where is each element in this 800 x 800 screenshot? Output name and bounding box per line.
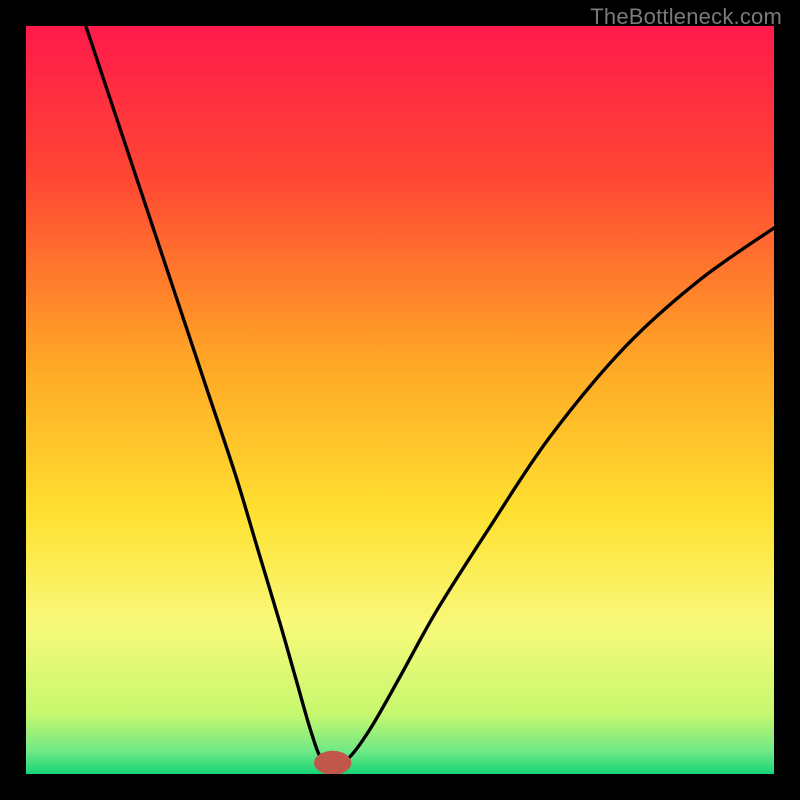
chart-svg <box>26 26 774 774</box>
plot-area <box>26 26 774 774</box>
chart-frame: TheBottleneck.com <box>0 0 800 800</box>
watermark-text: TheBottleneck.com <box>590 4 782 30</box>
optimal-point-marker <box>314 751 351 774</box>
gradient-background <box>26 26 774 774</box>
